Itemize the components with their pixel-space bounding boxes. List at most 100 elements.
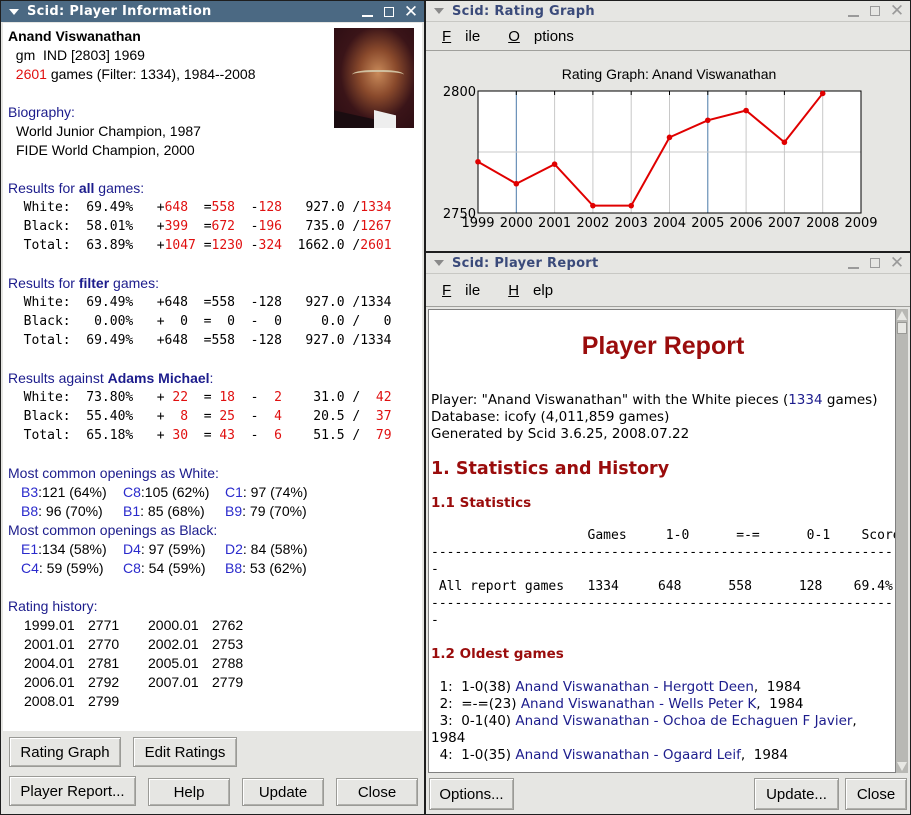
game-link[interactable]: Hergott Deen xyxy=(663,679,754,695)
opening-item[interactable]: B8: 53 (62%) xyxy=(225,559,307,578)
opening-stats: :121 (64%) xyxy=(38,484,107,500)
game-link[interactable]: Anand Viswanathan xyxy=(515,747,649,763)
help-button[interactable]: Help xyxy=(148,778,230,806)
stats-divider: ----------------------------------------… xyxy=(431,545,896,560)
rating-point xyxy=(590,202,596,209)
menu-file[interactable]: File xyxy=(434,28,486,45)
scroll-thumb[interactable] xyxy=(897,322,907,334)
player-information-window: Scid: Player Information ✕ Anand Viswana… xyxy=(0,0,425,815)
scroll-down-icon[interactable] xyxy=(897,762,907,771)
opening-eco-link[interactable]: B3 xyxy=(21,484,38,500)
opening-item[interactable]: C4: 59 (59%) xyxy=(21,559,123,578)
opening-item[interactable]: B3:121 (64%) xyxy=(21,483,123,502)
rating-history-row: 2006.01 2792 2007.01 2779 xyxy=(8,673,422,692)
results-row: Black: 55.40% + 8 = 25 - 4 20.5 / 37 xyxy=(23,409,392,424)
rating-value: 2792 xyxy=(88,674,120,690)
results-filter-row: White: 69.49% +648 =558 -128 927.0 /1334 xyxy=(8,295,392,310)
opening-stats: : 53 (62%) xyxy=(242,560,307,576)
opening-item[interactable]: C8: 54 (59%) xyxy=(123,559,225,578)
update-button[interactable]: Update xyxy=(242,778,324,806)
opening-eco-link[interactable]: C4 xyxy=(21,560,39,576)
window-menu-icon[interactable] xyxy=(434,260,444,266)
opening-eco-link[interactable]: B8 xyxy=(21,503,38,519)
player-info-text: Anand Viswanathan gm IND [2803] 1969 260… xyxy=(3,23,422,731)
edit-ratings-button[interactable]: Edit Ratings xyxy=(133,737,237,767)
opening-eco-link[interactable]: C1 xyxy=(225,484,243,500)
opening-stats: : 85 (68%) xyxy=(140,503,205,519)
minimize-button[interactable] xyxy=(358,4,376,20)
update-report-button[interactable]: Update... xyxy=(754,778,839,810)
rating-value: 2788 xyxy=(212,655,244,671)
opening-eco-link[interactable]: E1 xyxy=(21,541,38,557)
player-report-button[interactable]: Player Report... xyxy=(9,776,136,806)
close-window-button[interactable]: ✕ xyxy=(402,3,420,20)
opening-eco-link[interactable]: C8 xyxy=(123,560,141,576)
opening-eco-link[interactable]: D4 xyxy=(123,541,141,557)
results-row: Total: 63.89% +1047 =1230 -324 1662.0 /2… xyxy=(23,238,392,253)
player-report-titlebar[interactable]: Scid: Player Report ✕ xyxy=(426,253,910,274)
game-separator: - xyxy=(649,747,663,763)
opening-item[interactable]: D4: 97 (59%) xyxy=(123,540,225,559)
opening-eco-link[interactable]: B8 xyxy=(225,560,242,576)
rating-value: 2781 xyxy=(88,655,120,671)
options-button[interactable]: Options... xyxy=(429,778,514,810)
report-scrollbar[interactable] xyxy=(896,309,908,773)
results-against-table: White: 73.80% + 22 = 18 - 2 31.0 / 42 Bl… xyxy=(8,388,422,445)
opening-item[interactable]: C8:105 (62%) xyxy=(123,483,225,502)
stats-row: All report games 1334 648 558 128 69.4% xyxy=(431,579,893,594)
window-menu-icon[interactable] xyxy=(434,8,444,14)
y-tick-label: 2750 xyxy=(443,207,476,222)
report-database-line: Database: icofy (4,011,859 games) xyxy=(431,409,670,425)
games-count: 2601 xyxy=(15,66,47,82)
report-text[interactable]: Player Report Player: "Anand Viswanathan… xyxy=(428,309,896,773)
close-window-button[interactable]: ✕ xyxy=(888,255,906,272)
results-against-label: Results against Adams Michael: xyxy=(8,370,214,386)
menu-help[interactable]: Help xyxy=(500,282,559,299)
oldest-game-row: 2: =-=(23) Anand Viswanathan - Wells Pet… xyxy=(431,696,804,712)
minimize-button[interactable] xyxy=(844,3,862,19)
rating-point xyxy=(705,117,711,124)
opening-item[interactable]: C1: 97 (74%) xyxy=(225,483,308,502)
game-link[interactable]: Wells Peter K xyxy=(668,696,756,712)
menu-options[interactable]: Options xyxy=(500,28,580,45)
window-menu-icon[interactable] xyxy=(9,8,19,15)
oldest-game-row: 1984 xyxy=(431,730,466,746)
opening-item[interactable]: B9: 79 (70%) xyxy=(225,502,307,521)
opening-eco-link[interactable]: B1 xyxy=(123,503,140,519)
opening-stats: : 97 (74%) xyxy=(242,484,308,500)
maximize-button[interactable] xyxy=(380,4,398,20)
opening-eco-link[interactable]: D2 xyxy=(225,541,243,557)
opening-eco-link[interactable]: C8 xyxy=(123,484,141,500)
game-link[interactable]: Anand Viswanathan xyxy=(521,696,655,712)
rating-date: 2004.01 xyxy=(24,655,75,671)
opening-item[interactable]: B1: 85 (68%) xyxy=(123,502,225,521)
scroll-up-icon[interactable] xyxy=(897,311,907,320)
close-report-button[interactable]: Close xyxy=(845,778,907,810)
maximize-button[interactable] xyxy=(866,3,884,19)
opening-item[interactable]: E1:134 (58%) xyxy=(21,540,123,559)
game-link[interactable]: Anand Viswanathan xyxy=(515,713,649,729)
opening-eco-link[interactable]: B9 xyxy=(225,503,242,519)
opening-item[interactable]: B8: 96 (70%) xyxy=(21,502,123,521)
rating-graph-button[interactable]: Rating Graph xyxy=(9,737,121,767)
menu-file[interactable]: File xyxy=(434,282,486,299)
maximize-button[interactable] xyxy=(866,255,884,271)
game-link[interactable]: Anand Viswanathan xyxy=(515,679,649,695)
results-row: Total: 65.18% + 30 = 43 - 6 51.5 / 79 xyxy=(23,428,392,443)
section-statistics-history: 1. Statistics and History xyxy=(431,459,670,479)
rating-point xyxy=(628,202,634,209)
minimize-icon xyxy=(361,15,373,17)
player-information-titlebar[interactable]: Scid: Player Information ✕ xyxy=(1,1,424,22)
stats-divider-tail: - xyxy=(431,562,439,577)
game-link[interactable]: Ogaard Leif xyxy=(663,747,741,763)
rating-value: 2770 xyxy=(88,636,120,652)
rating-graph-titlebar[interactable]: Scid: Rating Graph ✕ xyxy=(426,1,910,22)
close-window-button[interactable]: ✕ xyxy=(888,3,906,20)
close-button[interactable]: Close xyxy=(336,778,418,806)
minimize-icon xyxy=(847,266,859,269)
games-link[interactable]: 1334 xyxy=(788,392,822,408)
minimize-button[interactable] xyxy=(844,255,862,271)
opening-item[interactable]: D2: 84 (58%) xyxy=(225,540,308,559)
game-link[interactable]: Ochoa de Echaguen F Javier xyxy=(663,713,853,729)
section-statistics: 1.1 Statistics xyxy=(431,495,532,511)
